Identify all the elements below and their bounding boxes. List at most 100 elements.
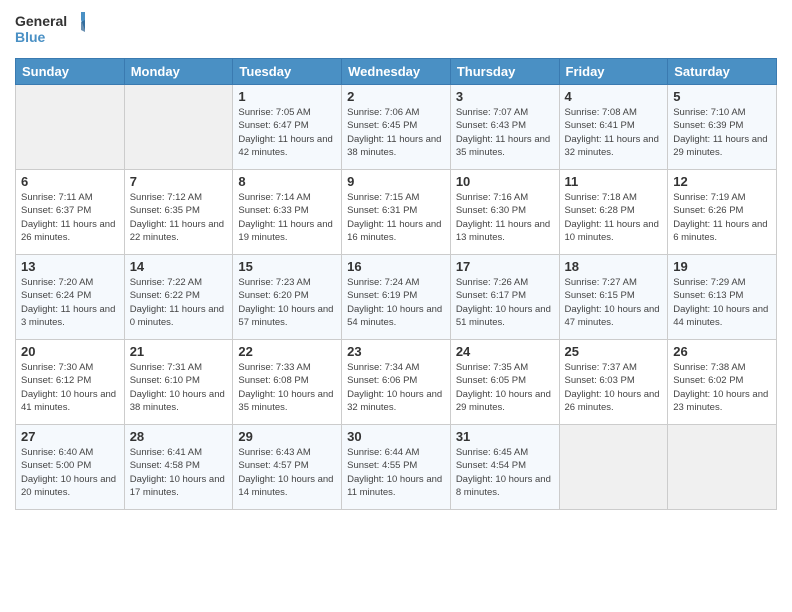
day-number: 9: [347, 174, 445, 189]
calendar-cell: 18 Sunrise: 7:27 AM Sunset: 6:15 PM Dayli…: [559, 255, 668, 340]
day-number: 5: [673, 89, 771, 104]
calendar-cell: 2Sunrise: 7:06 AM Sunset: 6:45 PM Daylig…: [342, 85, 451, 170]
svg-text:Blue: Blue: [15, 29, 46, 45]
day-info: Sunrise: 7:06 AM Sunset: 6:45 PM Dayligh…: [347, 106, 445, 159]
day-number: 11: [565, 174, 663, 189]
day-info: Sunrise: 7:27 AM Sunset: 6:15 PM Dayligh…: [565, 276, 663, 329]
calendar-cell: 31Sunrise: 6:45 AM Sunset: 4:54 PM Dayli…: [450, 425, 559, 510]
calendar-cell: 3Sunrise: 7:07 AM Sunset: 6:43 PM Daylig…: [450, 85, 559, 170]
day-info: Sunrise: 7:11 AM Sunset: 6:37 PM Dayligh…: [21, 191, 119, 244]
week-row-5: 27 Sunrise: 6:40 AM Sunset: 5:00 PM Dayli…: [16, 425, 777, 510]
calendar-cell: 11 Sunrise: 7:18 AM Sunset: 6:28 PM Dayli…: [559, 170, 668, 255]
calendar-cell: 5 Sunrise: 7:10 AM Sunset: 6:39 PM Daylig…: [668, 85, 777, 170]
day-info: Sunrise: 7:12 AM Sunset: 6:35 PM Dayligh…: [130, 191, 228, 244]
day-info: Sunrise: 7:14 AM Sunset: 6:33 PM Dayligh…: [238, 191, 336, 244]
day-info: Sunrise: 7:29 AM Sunset: 6:13 PM Dayligh…: [673, 276, 771, 329]
calendar-cell: [16, 85, 125, 170]
day-info: Sunrise: 7:20 AM Sunset: 6:24 PM Dayligh…: [21, 276, 119, 329]
col-header-thursday: Thursday: [450, 59, 559, 85]
day-info: Sunrise: 7:33 AM Sunset: 6:08 PM Dayligh…: [238, 361, 336, 414]
day-number: 27: [21, 429, 119, 444]
day-info: Sunrise: 7:31 AM Sunset: 6:10 PM Dayligh…: [130, 361, 228, 414]
day-number: 6: [21, 174, 119, 189]
day-number: 14: [130, 259, 228, 274]
calendar-cell: 1 Sunrise: 7:05 AM Sunset: 6:47 PM Daylig…: [233, 85, 342, 170]
day-number: 24: [456, 344, 554, 359]
day-info: Sunrise: 7:35 AM Sunset: 6:05 PM Dayligh…: [456, 361, 554, 414]
logo-svg: General Blue: [15, 10, 85, 50]
calendar-cell: 19Sunrise: 7:29 AM Sunset: 6:13 PM Dayli…: [668, 255, 777, 340]
day-number: 16: [347, 259, 445, 274]
calendar-cell: 29 Sunrise: 6:43 AM Sunset: 4:57 PM Dayli…: [233, 425, 342, 510]
day-number: 21: [130, 344, 228, 359]
calendar-cell: 16 Sunrise: 7:24 AM Sunset: 6:19 PM Dayli…: [342, 255, 451, 340]
day-number: 30: [347, 429, 445, 444]
day-number: 17: [456, 259, 554, 274]
day-number: 28: [130, 429, 228, 444]
day-info: Sunrise: 7:05 AM Sunset: 6:47 PM Dayligh…: [238, 106, 336, 159]
logo: General Blue: [15, 10, 85, 50]
day-info: Sunrise: 7:26 AM Sunset: 6:17 PM Dayligh…: [456, 276, 554, 329]
calendar-cell: 22 Sunrise: 7:33 AM Sunset: 6:08 PM Dayli…: [233, 340, 342, 425]
day-number: 15: [238, 259, 336, 274]
page: General Blue SundayMondayTuesdayWednesda…: [0, 0, 792, 525]
calendar-cell: 21 Sunrise: 7:31 AM Sunset: 6:10 PM Dayli…: [124, 340, 233, 425]
day-info: Sunrise: 7:10 AM Sunset: 6:39 PM Dayligh…: [673, 106, 771, 159]
col-header-tuesday: Tuesday: [233, 59, 342, 85]
day-info: Sunrise: 6:43 AM Sunset: 4:57 PM Dayligh…: [238, 446, 336, 499]
day-info: Sunrise: 7:23 AM Sunset: 6:20 PM Dayligh…: [238, 276, 336, 329]
header-row: SundayMondayTuesdayWednesdayThursdayFrid…: [16, 59, 777, 85]
day-info: Sunrise: 7:16 AM Sunset: 6:30 PM Dayligh…: [456, 191, 554, 244]
day-info: Sunrise: 7:22 AM Sunset: 6:22 PM Dayligh…: [130, 276, 228, 329]
calendar-cell: 20 Sunrise: 7:30 AM Sunset: 6:12 PM Dayli…: [16, 340, 125, 425]
calendar-cell: [668, 425, 777, 510]
day-number: 7: [130, 174, 228, 189]
calendar-cell: 28 Sunrise: 6:41 AM Sunset: 4:58 PM Dayli…: [124, 425, 233, 510]
day-number: 10: [456, 174, 554, 189]
col-header-sunday: Sunday: [16, 59, 125, 85]
day-info: Sunrise: 7:08 AM Sunset: 6:41 PM Dayligh…: [565, 106, 663, 159]
day-info: Sunrise: 7:18 AM Sunset: 6:28 PM Dayligh…: [565, 191, 663, 244]
day-number: 8: [238, 174, 336, 189]
col-header-friday: Friday: [559, 59, 668, 85]
day-info: Sunrise: 6:41 AM Sunset: 4:58 PM Dayligh…: [130, 446, 228, 499]
calendar-cell: [559, 425, 668, 510]
day-number: 25: [565, 344, 663, 359]
calendar-cell: 9 Sunrise: 7:15 AM Sunset: 6:31 PM Daylig…: [342, 170, 451, 255]
day-info: Sunrise: 7:30 AM Sunset: 6:12 PM Dayligh…: [21, 361, 119, 414]
calendar-cell: 27 Sunrise: 6:40 AM Sunset: 5:00 PM Dayli…: [16, 425, 125, 510]
day-info: Sunrise: 6:40 AM Sunset: 5:00 PM Dayligh…: [21, 446, 119, 499]
calendar-cell: 4Sunrise: 7:08 AM Sunset: 6:41 PM Daylig…: [559, 85, 668, 170]
day-number: 20: [21, 344, 119, 359]
day-info: Sunrise: 6:45 AM Sunset: 4:54 PM Dayligh…: [456, 446, 554, 499]
calendar-cell: 15 Sunrise: 7:23 AM Sunset: 6:20 PM Dayli…: [233, 255, 342, 340]
calendar-cell: 23 Sunrise: 7:34 AM Sunset: 6:06 PM Dayli…: [342, 340, 451, 425]
day-number: 13: [21, 259, 119, 274]
col-header-saturday: Saturday: [668, 59, 777, 85]
col-header-wednesday: Wednesday: [342, 59, 451, 85]
day-number: 3: [456, 89, 554, 104]
calendar-cell: 25 Sunrise: 7:37 AM Sunset: 6:03 PM Dayli…: [559, 340, 668, 425]
day-number: 12: [673, 174, 771, 189]
calendar-cell: [124, 85, 233, 170]
day-number: 23: [347, 344, 445, 359]
day-number: 29: [238, 429, 336, 444]
calendar-cell: 17 Sunrise: 7:26 AM Sunset: 6:17 PM Dayli…: [450, 255, 559, 340]
day-info: Sunrise: 7:38 AM Sunset: 6:02 PM Dayligh…: [673, 361, 771, 414]
week-row-1: 1 Sunrise: 7:05 AM Sunset: 6:47 PM Daylig…: [16, 85, 777, 170]
day-info: Sunrise: 7:15 AM Sunset: 6:31 PM Dayligh…: [347, 191, 445, 244]
day-info: Sunrise: 7:37 AM Sunset: 6:03 PM Dayligh…: [565, 361, 663, 414]
calendar-table: SundayMondayTuesdayWednesdayThursdayFrid…: [15, 58, 777, 510]
day-info: Sunrise: 7:34 AM Sunset: 6:06 PM Dayligh…: [347, 361, 445, 414]
calendar-cell: 14 Sunrise: 7:22 AM Sunset: 6:22 PM Dayli…: [124, 255, 233, 340]
day-number: 22: [238, 344, 336, 359]
day-info: Sunrise: 7:24 AM Sunset: 6:19 PM Dayligh…: [347, 276, 445, 329]
svg-text:General: General: [15, 13, 67, 29]
day-number: 26: [673, 344, 771, 359]
week-row-4: 20 Sunrise: 7:30 AM Sunset: 6:12 PM Dayli…: [16, 340, 777, 425]
day-number: 1: [238, 89, 336, 104]
calendar-cell: 12Sunrise: 7:19 AM Sunset: 6:26 PM Dayli…: [668, 170, 777, 255]
calendar-cell: 10 Sunrise: 7:16 AM Sunset: 6:30 PM Dayli…: [450, 170, 559, 255]
day-info: Sunrise: 6:44 AM Sunset: 4:55 PM Dayligh…: [347, 446, 445, 499]
day-number: 18: [565, 259, 663, 274]
